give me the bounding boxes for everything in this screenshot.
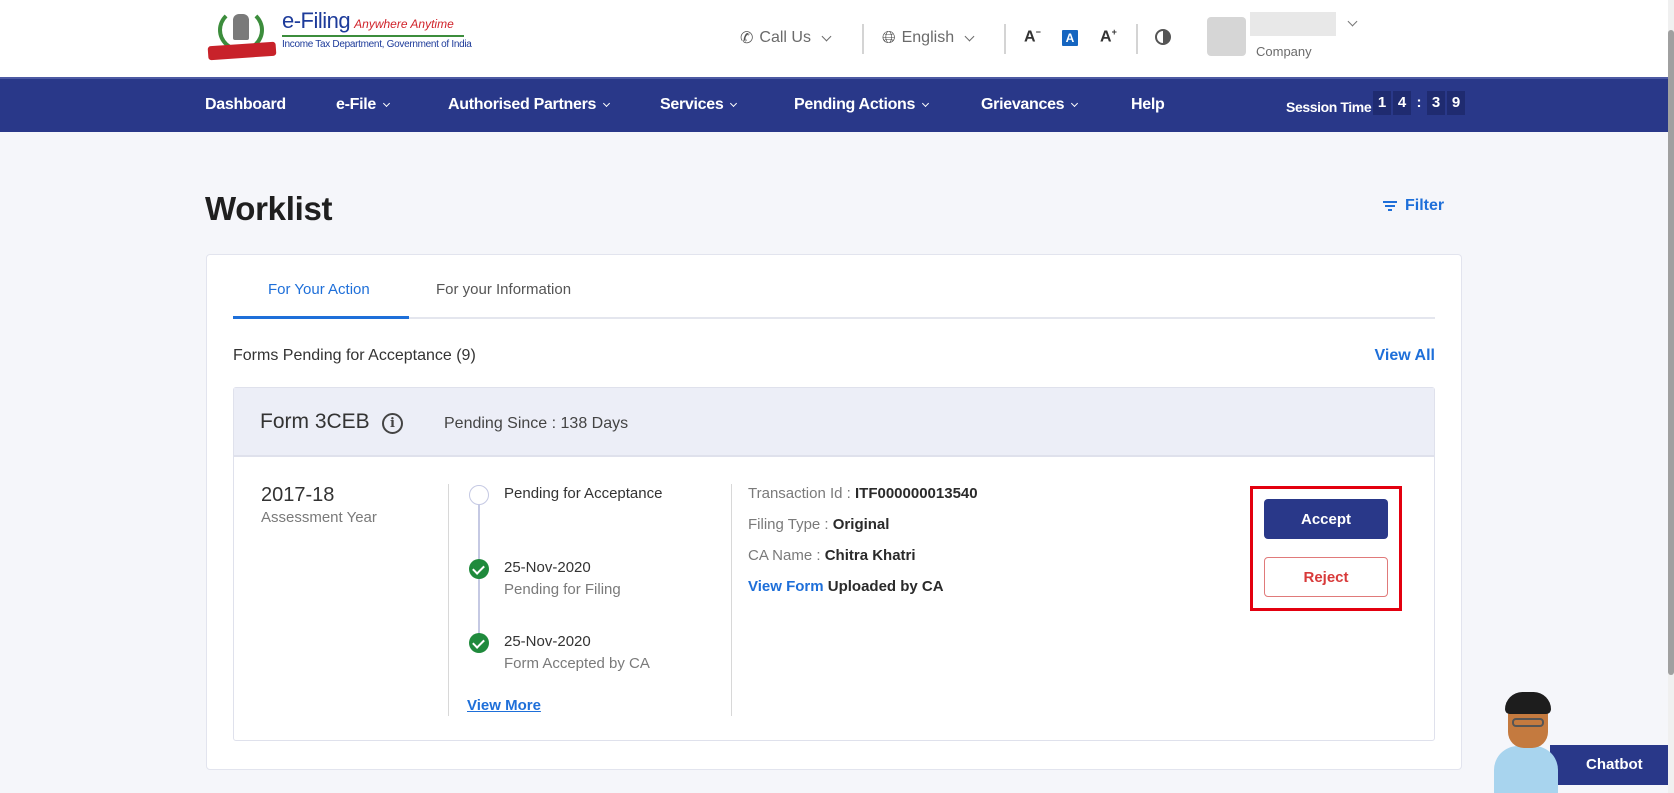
view-more-link[interactable]: View More [467,697,541,714]
language-label: English [901,29,955,46]
form-header: Form 3CEB i Pending Since : 138 Days [234,388,1434,457]
globe-icon: 🌐︎ [882,28,896,47]
chevron-down-icon [730,99,738,107]
worklist-tabs: For Your Action For your Information [233,255,1435,319]
font-default-button[interactable]: A [1062,30,1078,46]
divider [1004,24,1006,54]
timeline-pending-icon [469,485,489,505]
session-digit: 4 [1393,91,1411,115]
view-form-link[interactable]: View Form [748,578,824,595]
timeline-status: Form Accepted by CA [504,655,650,672]
chevron-down-icon [821,31,832,41]
ca-name-row: CA Name : Chitra Khatri [748,547,916,564]
assessment-year-label: Assessment Year [261,509,377,526]
timeline-date: 25-Nov-2020 [504,559,591,576]
chatbot-widget[interactable]: Chatbot [1490,690,1668,793]
user-avatar[interactable] [1207,17,1246,56]
scrollbar-thumb[interactable] [1668,30,1674,675]
active-tab-indicator [233,316,409,319]
view-form-row: View Form Uploaded by CA [748,578,944,595]
ca-name: Chitra Khatri [824,547,916,564]
timeline-title: Pending for Acceptance [504,485,663,502]
accept-button[interactable]: Accept [1264,499,1388,539]
tab-for-your-action[interactable]: For Your Action [268,281,370,298]
user-role: Company [1256,44,1312,59]
assessment-year-value: 2017-18 [261,484,335,506]
divider [1136,24,1138,54]
filing-type: Original [832,516,890,533]
filing-type-row: Filing Type : Original [748,516,890,533]
nav-services[interactable]: Services [660,96,738,114]
user-name-redacted [1250,12,1336,36]
nav-help[interactable]: Help [1131,96,1165,114]
reject-button[interactable]: Reject [1264,557,1388,597]
national-emblem-icon [206,8,278,61]
chevron-down-icon [603,99,611,107]
font-decrease-button[interactable]: A− [1024,27,1041,46]
column-divider [731,484,732,716]
session-digit: 3 [1427,91,1445,115]
view-all-link[interactable]: View All [1375,347,1435,365]
timeline-status: Pending for Filing [504,581,621,598]
chevron-down-icon [382,99,391,107]
section-title: Forms Pending for Acceptance (9) [233,347,476,364]
chevron-down-icon [922,99,930,107]
main-navigation: Dashboard e-File Authorised Partners Ser… [0,77,1668,132]
transaction-id-row: Transaction Id : ITF000000013540 [748,485,978,502]
filter-icon [1383,200,1397,212]
page-title: Worklist [205,190,333,227]
nav-pending-actions[interactable]: Pending Actions [794,96,930,114]
session-digit: 9 [1447,91,1465,115]
call-us-label: Call Us [759,29,811,46]
check-circle-icon [469,559,489,579]
filter-label: Filter [1405,197,1445,214]
language-dropdown[interactable]: 🌐︎ English [882,22,975,54]
chevron-down-icon [1071,99,1079,107]
efiling-logo[interactable]: e-Filing Anywhere Anytime Income Tax Dep… [206,8,472,61]
top-header: e-Filing Anywhere Anytime Income Tax Dep… [0,0,1668,77]
logo-title: e-Filing [282,8,351,33]
session-time-label: Session Time [1286,99,1372,115]
logo-tagline: Anywhere Anytime [354,17,454,31]
call-us-dropdown[interactable]: ✆ Call Us [740,22,832,54]
timeline-date: 25-Nov-2020 [504,633,591,650]
column-divider [448,484,449,716]
nav-e-file[interactable]: e-File [336,96,391,114]
filter-button[interactable]: Filter [1383,197,1444,215]
nav-dashboard[interactable]: Dashboard [205,96,286,114]
nav-authorised-partners[interactable]: Authorised Partners [448,96,611,114]
phone-icon: ✆ [740,30,754,47]
logo-subtitle: Income Tax Department, Government of Ind… [282,39,472,50]
chatbot-avatar-body [1494,746,1558,793]
session-digit: 1 [1373,91,1391,115]
contrast-toggle-icon[interactable] [1155,29,1171,45]
chatbot-label: Chatbot [1550,745,1668,785]
check-circle-icon [469,633,489,653]
info-icon[interactable]: i [382,413,403,434]
user-menu-chevron-icon[interactable] [1347,16,1358,27]
font-increase-button[interactable]: A+ [1100,27,1117,46]
nav-grievances[interactable]: Grievances [981,96,1079,114]
form-name: Form 3CEB [260,410,370,433]
pending-since: Pending Since : 138 Days [444,415,629,432]
tab-for-your-information[interactable]: For your Information [436,281,571,298]
session-timer: 1 4 : 3 9 [1373,91,1465,115]
session-colon: : [1416,94,1422,111]
divider [862,24,864,54]
chevron-down-icon [964,31,975,41]
transaction-id: ITF000000013540 [855,485,978,502]
